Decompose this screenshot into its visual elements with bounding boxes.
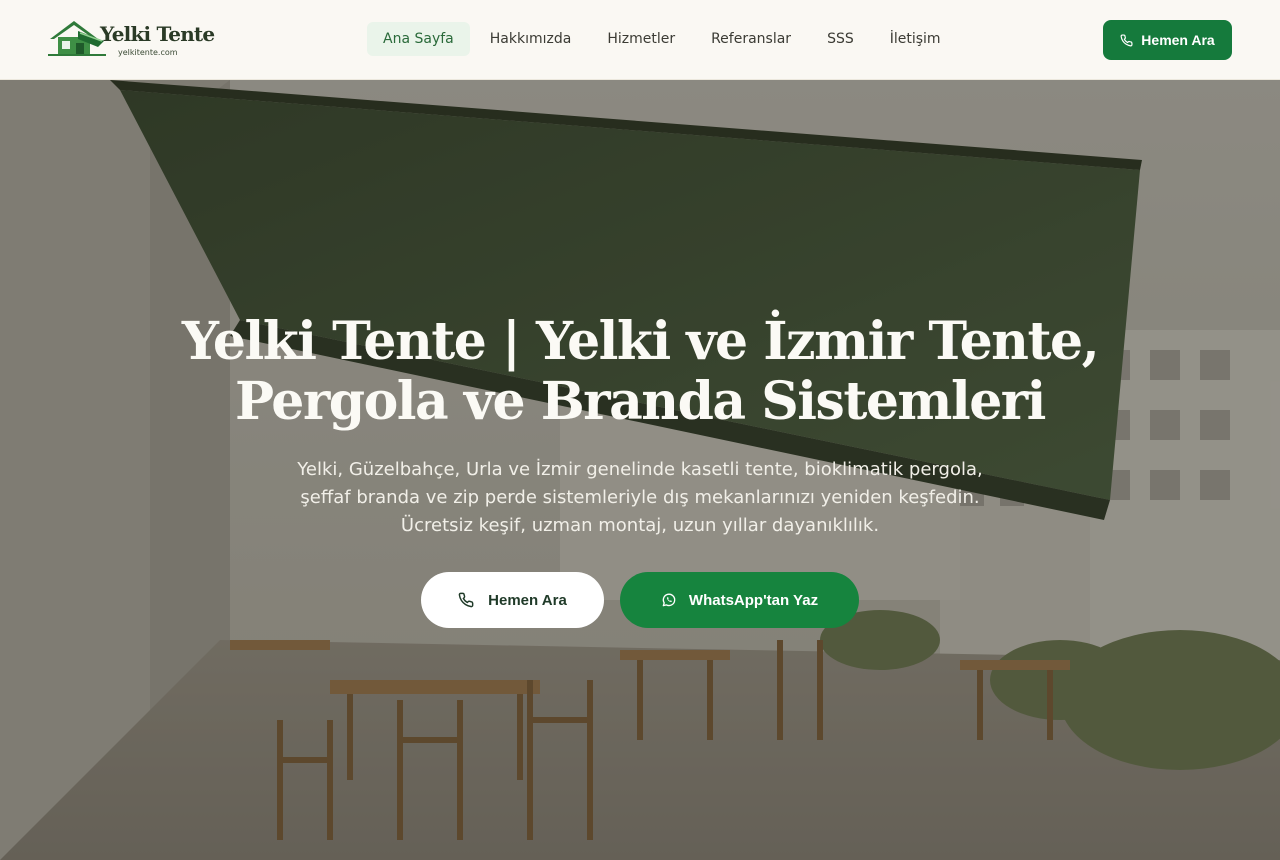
nav-item-ana-sayfa[interactable]: Ana Sayfa <box>367 22 470 56</box>
header-call-label: Hemen Ara <box>1141 32 1215 48</box>
hero-subtitle-line-1: Yelki, Güzelbahçe, Urla ve İzmir genelin… <box>297 459 983 480</box>
phone-icon <box>1120 33 1133 46</box>
hero-section: Yelki Tente | Yelki ve İzmir Tente, Perg… <box>0 80 1280 860</box>
whatsapp-button[interactable]: WhatsApp'tan Yaz <box>620 572 859 628</box>
nav-item-hizmetler[interactable]: Hizmetler <box>591 22 691 56</box>
nav-item-iletisim[interactable]: İletişim <box>874 22 957 56</box>
whatsapp-label: WhatsApp'tan Yaz <box>688 591 819 609</box>
nav-item-hakkimizda[interactable]: Hakkımızda <box>474 22 588 56</box>
hero-subtitle-line-3: Ücretsiz keşif, uzman montaj, uzun yılla… <box>400 515 880 536</box>
logo-link[interactable]: Yelki Tente yelkitente.com <box>48 17 215 63</box>
phone-icon <box>458 592 474 608</box>
header-call-button[interactable]: Hemen Ara <box>1103 20 1232 60</box>
nav-item-referanslar[interactable]: Referanslar <box>695 22 807 56</box>
hero-subtitle-line-2: şeffaf branda ve zip perde sistemleriyle… <box>300 487 980 508</box>
logo-domain: yelkitente.com <box>118 48 178 57</box>
logo-title: Yelki Tente <box>100 22 215 46</box>
hero-call-button[interactable]: Hemen Ara <box>421 572 604 628</box>
hero-subtitle: Yelki, Güzelbahçe, Urla ve İzmir genelin… <box>230 456 1050 540</box>
whatsapp-icon <box>662 593 676 607</box>
hero-title-line-1: Yelki Tente | Yelki ve İzmir Tente, <box>181 311 1100 372</box>
main-nav: Ana Sayfa Hakkımızda Hizmetler Referansl… <box>367 22 961 56</box>
hero-title: Yelki Tente | Yelki ve İzmir Tente, Perg… <box>140 312 1140 432</box>
house-icon <box>48 21 106 56</box>
site-header: Yelki Tente yelkitente.com Ana Sayfa Hak… <box>0 0 1280 80</box>
nav-item-sss[interactable]: SSS <box>811 22 870 56</box>
hero-title-line-2: Pergola ve Branda Sistemleri <box>235 371 1046 432</box>
hero-call-label: Hemen Ara <box>488 591 567 609</box>
